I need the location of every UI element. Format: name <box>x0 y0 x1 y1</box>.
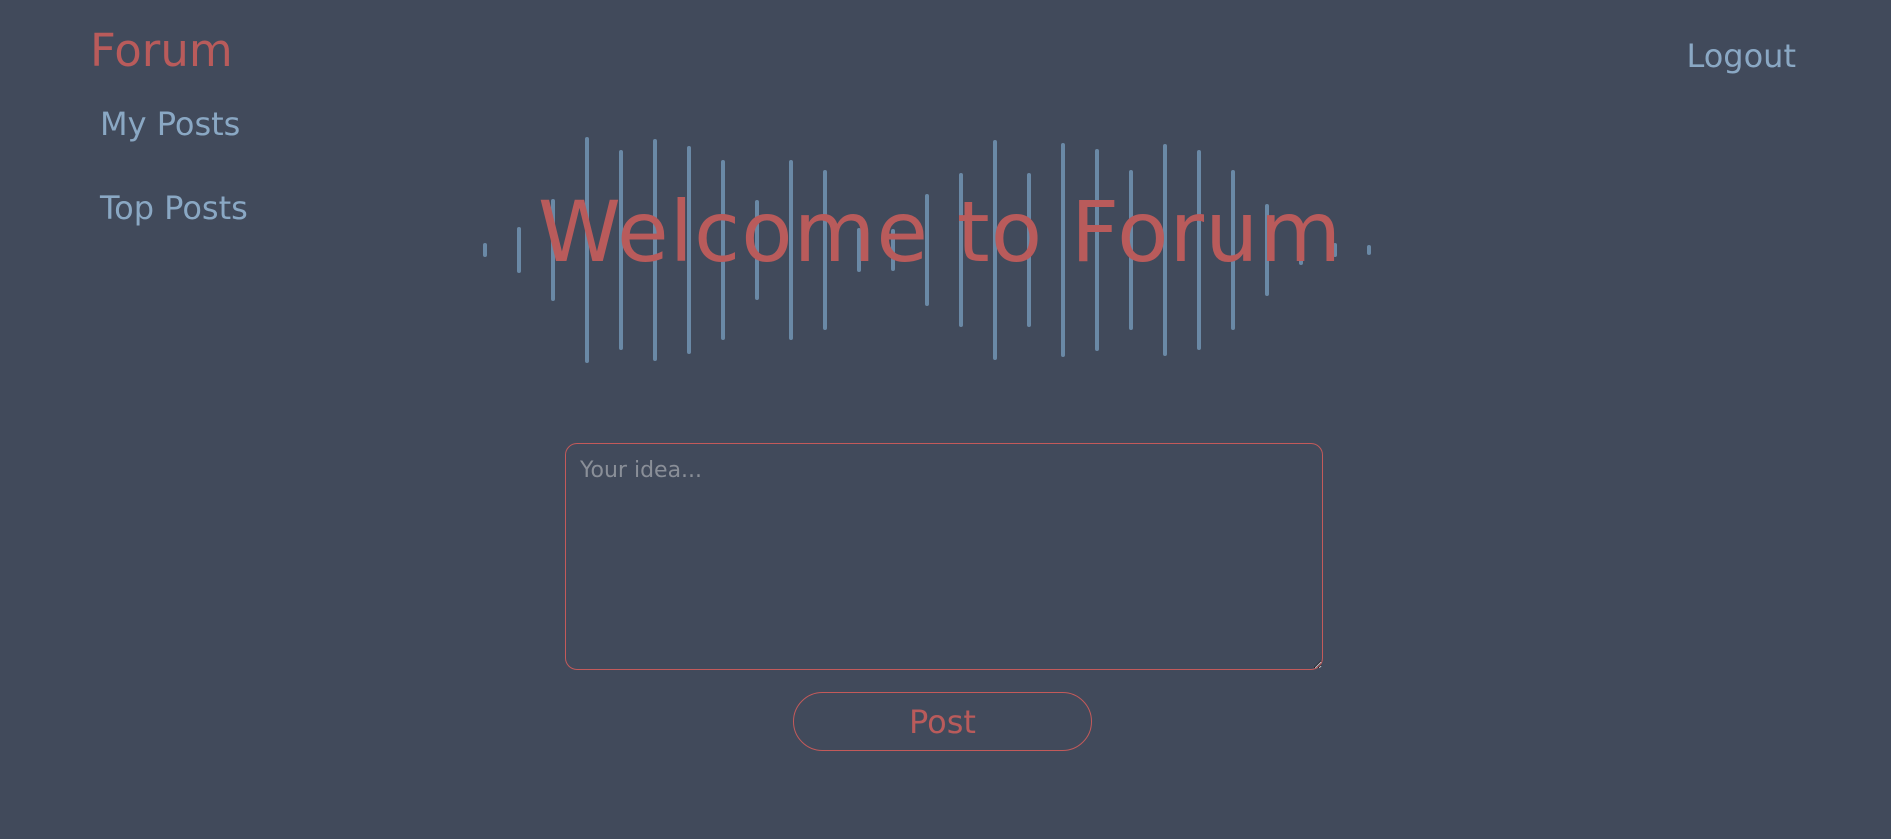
sidebar-nav: My Posts Top Posts <box>100 108 248 276</box>
logout-link[interactable]: Logout <box>1686 40 1796 72</box>
idea-input[interactable] <box>565 443 1323 670</box>
sidebar-item-my-posts[interactable]: My Posts <box>100 108 248 140</box>
brand-logo-link[interactable]: Forum <box>90 28 233 73</box>
page-title: Welcome to Forum <box>537 183 1343 281</box>
sidebar-item-top-posts[interactable]: Top Posts <box>100 192 248 224</box>
forum-page: Forum Logout My Posts Top Posts Welcome … <box>0 0 1891 839</box>
post-button[interactable]: Post <box>793 692 1092 751</box>
hero-banner: Welcome to Forum <box>470 130 1410 370</box>
